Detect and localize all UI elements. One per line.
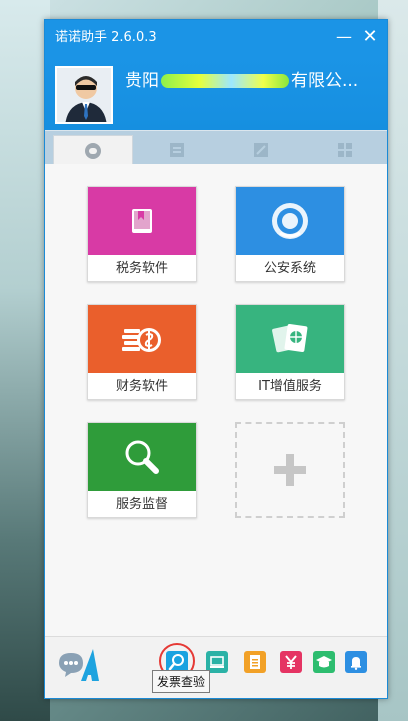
tab-edit[interactable] (221, 135, 301, 165)
tab-bar (45, 130, 387, 165)
desktop-background-left (0, 0, 50, 721)
tile-face (236, 305, 344, 373)
company-name: 贵阳 有限公... (125, 66, 358, 91)
coins-icon (122, 328, 161, 352)
company-name-prefix: 贵阳 (125, 71, 159, 91)
app-grid: 税务软件 公安系统 财务软件 IT增值服务 服务监督 (45, 164, 387, 638)
plus-icon (274, 454, 306, 486)
notification-button[interactable] (345, 651, 367, 673)
user-bar: 贵阳 有限公... (45, 56, 387, 130)
bell-icon (351, 657, 361, 670)
company-name-suffix: 有限公... (291, 71, 359, 91)
tab-chat[interactable] (53, 135, 133, 165)
grid-apps-icon (338, 143, 352, 157)
document-button[interactable] (244, 651, 266, 673)
assistant-logo-icon (59, 649, 99, 681)
window-title: 诺诺助手 2.6.0.3 (55, 30, 157, 45)
yuan-button[interactable] (280, 651, 302, 673)
magnifier-icon (125, 440, 159, 474)
tile-label: 财务软件 (115, 379, 168, 394)
tile-police-system[interactable]: 公安系统 (235, 186, 345, 282)
add-app-tile[interactable] (235, 422, 345, 518)
graduation-cap-icon (316, 656, 332, 668)
tile-finance-software[interactable]: 财务软件 (87, 304, 197, 400)
avatar[interactable] (55, 66, 113, 124)
tile-it-value-added-service[interactable]: IT增值服务 (235, 304, 345, 400)
invoice-check-search-icon (168, 654, 184, 671)
tile-face (88, 305, 196, 373)
chat-icon (85, 142, 101, 159)
title-bar: 诺诺助手 2.6.0.3 — ✕ (45, 20, 387, 56)
assistant-button[interactable] (57, 647, 105, 683)
yuan-icon (285, 655, 297, 669)
tooltip-invoice-check: 发票查验 (152, 670, 211, 693)
book-icon (132, 209, 152, 233)
document-list-icon (170, 143, 184, 157)
tile-face (88, 187, 196, 255)
computer-icon (210, 656, 224, 668)
tile-tax-software[interactable]: 税务软件 (87, 186, 197, 282)
tile-label: 公安系统 (263, 261, 316, 276)
bottom-toolbar (45, 636, 387, 698)
edit-board-icon (254, 143, 268, 157)
app-window: 诺诺助手 2.6.0.3 — ✕ 贵阳 有限公... 税务软件 公安系统 财务软… (44, 19, 388, 699)
redaction-mark (161, 74, 289, 88)
tile-label: 服务监督 (115, 497, 168, 512)
tab-apps[interactable] (305, 135, 385, 165)
tile-label: 税务软件 (115, 261, 168, 276)
learning-button[interactable] (313, 651, 335, 673)
tile-face (88, 423, 196, 491)
tile-face (236, 187, 344, 255)
passport-cards-icon (272, 323, 308, 353)
tile-service-supervision[interactable]: 服务监督 (87, 422, 197, 518)
tile-label: IT增值服务 (258, 379, 322, 394)
tab-documents[interactable] (137, 135, 217, 165)
police-emblem-icon (272, 203, 308, 239)
close-button[interactable]: ✕ (357, 20, 383, 56)
minimize-button[interactable]: — (331, 20, 357, 56)
document-icon (250, 655, 260, 669)
user-avatar-icon (57, 68, 111, 122)
